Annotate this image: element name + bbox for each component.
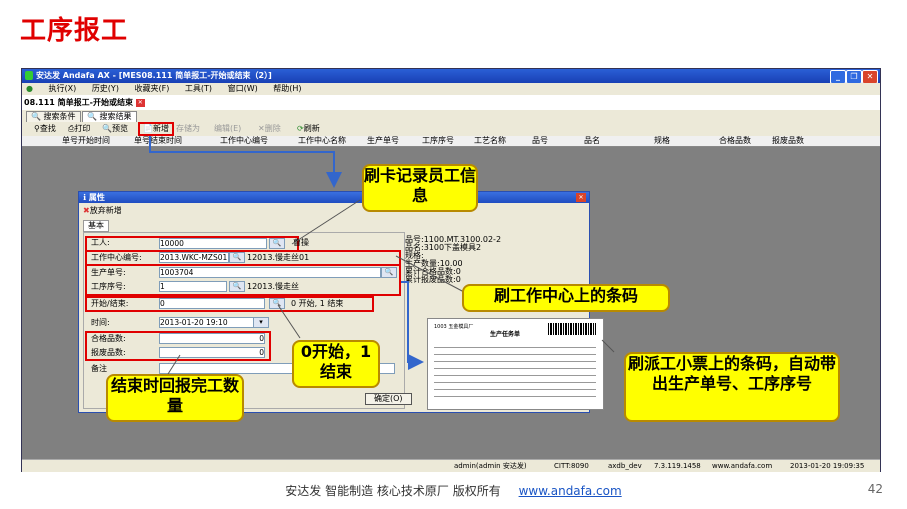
footer-company: 安达发 智能制造 核心技术原厂 版权所有 <box>285 484 501 498</box>
callout-swipe-work-center: 刷工作中心上的条码 <box>462 284 670 312</box>
connector-work-center <box>395 255 465 293</box>
callout-swipe-ticket: 刷派工小票上的条码，自动带出生产单号、工序序号 <box>624 352 840 422</box>
connector-ticket <box>601 339 615 353</box>
page-number: 42 <box>867 482 883 496</box>
callout-start-end: 0开始，1结束 <box>292 340 380 388</box>
connector-worker <box>291 199 361 245</box>
callout-finish-quantity: 结束时回报完工数量 <box>106 374 244 422</box>
slide-footer: 安达发 智能制造 核心技术原厂 版权所有 www.andafa.com <box>0 482 907 499</box>
footer-link[interactable]: www.andafa.com <box>519 484 622 498</box>
arrow-order-to-ticket <box>401 281 424 370</box>
callout-swipe-card: 刷卡记录员工信息 <box>362 164 478 212</box>
arrow-new-to-dialog <box>149 136 342 188</box>
annotation-arrows <box>149 136 615 375</box>
connector-start-end <box>277 304 301 339</box>
connector-quantity <box>167 354 181 375</box>
